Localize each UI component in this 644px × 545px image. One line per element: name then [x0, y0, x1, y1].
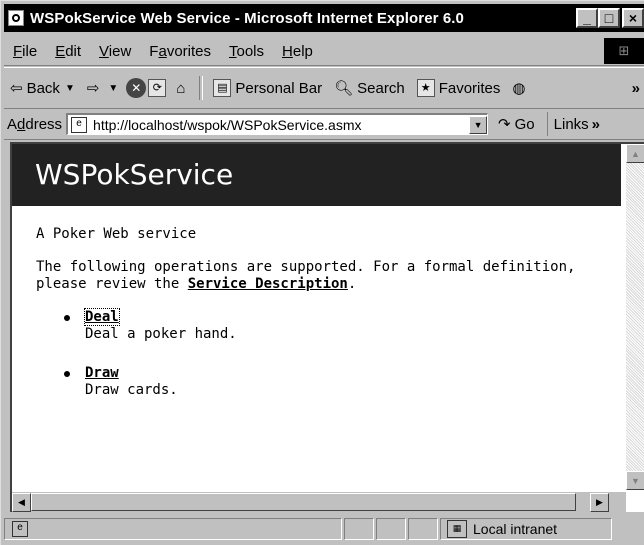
go-arrow-icon: ↷ — [498, 116, 511, 133]
operations-intro: The following operations are supported. … — [36, 259, 606, 293]
list-item: Deal Deal a poker hand. — [64, 308, 606, 343]
favorites-label: Favorites — [438, 79, 501, 97]
status-panel — [408, 518, 438, 540]
address-label-pre: A — [7, 115, 18, 133]
forward-dropdown-icon[interactable]: ▼ — [108, 83, 118, 94]
forward-arrow-icon: ⇨ — [86, 80, 100, 97]
back-arrow-icon: ⇦ — [10, 80, 23, 97]
refresh-icon[interactable]: ⟳ — [148, 79, 167, 97]
home-icon: ⌂ — [176, 79, 186, 97]
maximize-button[interactable]: □ — [598, 8, 620, 28]
menu-favorites[interactable]: Favorites — [140, 43, 220, 60]
service-description: A Poker Web service — [36, 226, 197, 242]
vertical-scrollbar[interactable]: ▲ ▼ — [626, 144, 644, 490]
operation-link-draw[interactable]: Draw — [85, 365, 119, 381]
status-main-panel: e — [4, 518, 342, 540]
standard-toolbar: ⇦ Back ▼ ⇨ ▼ ✕ ⟳ ⌂ ▤ Personal Bar 🔍︎ Sea… — [4, 67, 644, 109]
media-button[interactable]: ◍ — [506, 79, 535, 97]
window-controls: _ □ × — [576, 8, 644, 28]
go-label: Go — [514, 115, 535, 133]
menu-view-accel: V — [99, 42, 109, 60]
security-zone-label: Local intranet — [473, 521, 558, 537]
home-button[interactable]: ⌂ — [170, 80, 195, 97]
address-dropdown-button[interactable]: ▼ — [469, 115, 488, 134]
url-input[interactable] — [93, 116, 470, 133]
search-button[interactable]: 🔍︎ Search — [328, 79, 411, 98]
operation-link-deal[interactable]: Deal — [84, 308, 120, 326]
menu-file-label: ile — [22, 42, 38, 60]
browser-window: WSPokService Web Service - Microsoft Int… — [0, 0, 644, 545]
search-icon: 🔍︎ — [334, 80, 354, 97]
menu-tools[interactable]: Tools — [220, 43, 273, 60]
intranet-zone-icon: ▦ — [447, 520, 467, 538]
links-chevron: » — [591, 115, 601, 133]
scroll-up-button[interactable]: ▲ — [626, 144, 644, 163]
windows-logo-icon: ⊞ — [604, 38, 644, 64]
menu-help-accel: H — [282, 42, 293, 60]
title-bar: WSPokService Web Service - Microsoft Int… — [4, 4, 644, 32]
stop-icon[interactable]: ✕ — [126, 78, 147, 98]
address-label: Address — [4, 116, 66, 133]
personal-bar-label: Personal Bar — [235, 79, 323, 97]
search-label: Search — [357, 79, 405, 97]
close-button[interactable]: × — [622, 8, 644, 28]
page-viewport: WSPokService A Poker Web service The fol… — [10, 142, 644, 512]
scroll-right-button[interactable]: ▶ — [590, 493, 609, 512]
back-button[interactable]: ⇦ Back ▼ — [4, 79, 81, 98]
go-button[interactable]: ↷ Go — [488, 115, 543, 134]
toolbar-separator — [199, 76, 204, 100]
security-zone-panel: ▦ Local intranet — [440, 518, 612, 540]
window-title: WSPokService Web Service - Microsoft Int… — [30, 9, 465, 27]
links-button[interactable]: Links» — [546, 112, 601, 136]
horizontal-scroll-thumb[interactable] — [31, 493, 576, 511]
operation-description: Deal a poker hand. — [85, 326, 237, 342]
menu-edit[interactable]: Edit — [46, 43, 90, 60]
status-panel — [344, 518, 374, 540]
minimize-button[interactable]: _ — [576, 8, 598, 28]
media-icon: ◍ — [512, 80, 526, 97]
forward-button[interactable]: ⇨ ▼ — [81, 79, 124, 97]
toolbar-more-chevron[interactable]: » — [632, 80, 644, 97]
favorites-icon: ★ — [416, 79, 435, 97]
address-label-rest: dress — [25, 115, 63, 133]
menu-tools-accel: T — [229, 42, 237, 60]
page-icon: e — [71, 116, 88, 133]
list-item: Draw Draw cards. — [64, 365, 606, 399]
back-label: Back — [26, 79, 60, 97]
menu-help[interactable]: Help — [273, 43, 322, 60]
back-dropdown-icon[interactable]: ▼ — [65, 83, 75, 94]
service-banner: WSPokService — [12, 144, 621, 206]
scroll-left-button[interactable]: ◀ — [12, 493, 31, 512]
menu-bar: File Edit View Favorites Tools Help ⊞ — [4, 37, 644, 66]
menu-view-label: iew — [108, 42, 132, 60]
scroll-down-button[interactable]: ▼ — [626, 471, 644, 490]
status-panel — [376, 518, 406, 540]
horizontal-scrollbar[interactable]: ◀ ▶ — [12, 492, 626, 512]
service-description-link[interactable]: Service Description — [188, 276, 348, 292]
menu-tools-label: ools — [236, 42, 265, 60]
page-content: A Poker Web service The following operat… — [36, 226, 606, 421]
page-title: WSPokService — [35, 158, 234, 191]
operations-intro-end: . — [347, 276, 357, 292]
menu-edit-label: dit — [65, 42, 82, 60]
menu-edit-accel: E — [55, 42, 66, 60]
menu-favorites-accel: a — [158, 42, 167, 60]
personal-bar-icon: ▤ — [213, 79, 232, 97]
links-label: Links — [553, 115, 589, 133]
menu-help-label: elp — [292, 42, 313, 60]
operation-description: Draw cards. — [85, 382, 178, 398]
menu-view[interactable]: View — [90, 43, 140, 60]
operations-list: Deal Deal a poker hand. Draw Draw cards. — [36, 308, 606, 399]
menu-favorites-label: vorites — [166, 42, 211, 60]
address-field[interactable]: e ▼ — [66, 113, 489, 135]
favorites-button[interactable]: ★ Favorites — [411, 79, 507, 97]
page-status-icon: e — [12, 521, 28, 537]
menu-file-accel: F — [13, 42, 23, 60]
address-bar: Address e ▼ ↷ Go Links» — [4, 109, 644, 140]
menu-file[interactable]: File — [4, 43, 46, 60]
personal-bar-button[interactable]: ▤ Personal Bar — [207, 79, 328, 97]
ie-app-icon[interactable] — [8, 10, 24, 26]
status-bar: e ▦ Local intranet — [4, 515, 644, 543]
